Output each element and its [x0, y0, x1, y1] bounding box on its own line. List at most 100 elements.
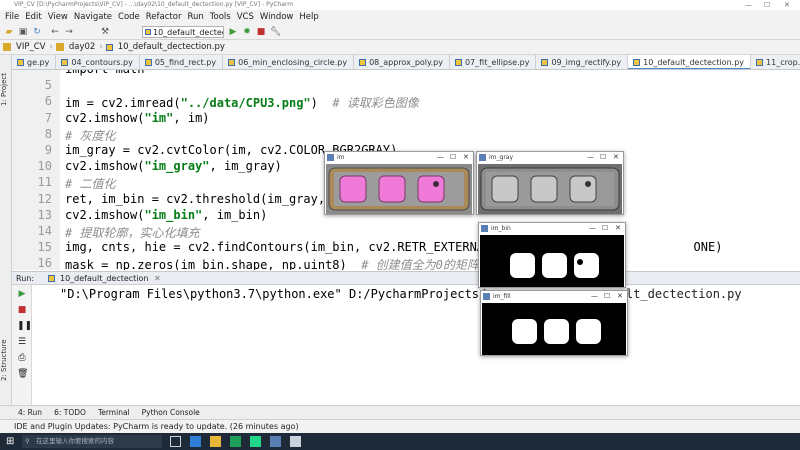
close-icon[interactable]: ✕ — [784, 0, 790, 10]
stop-icon[interactable]: ■ — [256, 27, 266, 37]
stop-icon[interactable]: ■ — [17, 305, 27, 315]
code-token: img, cnts, hie = cv2.findContours(im_bin… — [65, 240, 492, 255]
filled-cpu-image — [482, 303, 626, 355]
menu-help[interactable]: Help — [296, 10, 321, 24]
menu-view[interactable]: View — [45, 10, 71, 24]
breadcrumb-folder[interactable]: day02 — [66, 42, 98, 52]
close-icon[interactable]: ✕ — [613, 152, 619, 163]
menu-window[interactable]: Window — [257, 10, 297, 24]
build-icon[interactable]: ⚒ — [100, 27, 110, 37]
bottom-tool-tabs: 4: Run 6: TODO Terminal Python Console — [0, 405, 800, 419]
run-icon[interactable]: ▶ — [228, 27, 238, 37]
run-config-tab[interactable]: 10_default_dectection — [60, 272, 149, 285]
debug-icon[interactable]: ✹ — [242, 27, 252, 37]
forward-icon[interactable]: → — [64, 27, 74, 37]
edge-browser-icon[interactable] — [190, 436, 201, 447]
minimize-icon[interactable]: — — [591, 291, 598, 302]
close-icon[interactable]: ✕ — [617, 291, 623, 302]
editor-tab[interactable]: 05_find_rect.py — [140, 55, 224, 69]
close-run-tab-icon[interactable]: ✕ — [154, 272, 161, 285]
breadcrumb-project[interactable]: VIP_CV — [13, 42, 48, 52]
pause-icon[interactable]: ❚❚ — [17, 321, 32, 331]
settings-wrench-icon[interactable]: 🔧︎ — [270, 27, 281, 37]
maximize-icon[interactable]: ☐ — [450, 152, 456, 163]
editor-tab[interactable]: 11_crop.py — [751, 55, 800, 69]
app-icon[interactable] — [230, 436, 241, 447]
minimize-icon[interactable]: — — [589, 223, 596, 234]
image-window-titlebar: im_fill — ☐ ✕ — [481, 291, 627, 302]
image-window-im[interactable]: im — ☐ ✕ — [324, 151, 474, 215]
menu-bar: File Edit View Navigate Code Refactor Ru… — [0, 10, 800, 24]
editor-tab[interactable]: 06_min_enclosing_circle.py — [223, 55, 355, 69]
python-file-icon — [541, 59, 549, 66]
menu-code[interactable]: Code — [115, 10, 143, 24]
close-icon[interactable]: ✕ — [615, 223, 621, 234]
tab-terminal[interactable]: Terminal — [92, 408, 136, 417]
soft-wrap-icon[interactable]: ☰ — [17, 337, 27, 347]
open-folder-icon[interactable]: ▰ — [4, 27, 14, 37]
taskbar-search-input[interactable]: ⚲ 在这里输入你要搜索的内容 — [22, 435, 162, 448]
window-icon — [483, 293, 490, 300]
task-view-icon[interactable] — [170, 436, 181, 447]
tab-run[interactable]: 4: Run — [12, 408, 48, 417]
editor-tab[interactable]: 09_img_rectify.py — [536, 55, 629, 69]
sync-icon[interactable]: ↻ — [32, 27, 42, 37]
maximize-icon[interactable]: ☐ — [600, 152, 606, 163]
print-icon[interactable]: ⎙ — [17, 353, 27, 363]
pycharm-taskbar-icon[interactable] — [250, 436, 261, 447]
code-line: cv2.imshow("im_gray", im_gray) — [65, 159, 282, 173]
image-window-im-gray[interactable]: im_gray — ☐ ✕ — [476, 151, 624, 215]
structure-tool-tab[interactable]: 2: Structure — [0, 335, 12, 385]
image-window-im-bin[interactable]: im_bin — ☐ ✕ — [478, 222, 626, 288]
folder-icon — [3, 43, 11, 51]
code-line: im = cv2.imread("../data/CPU3.png") # 读取… — [65, 94, 419, 111]
image-window-titlebar: im — ☐ ✕ — [325, 152, 473, 163]
trash-icon[interactable]: 🗑︎ — [17, 369, 28, 379]
menu-tools[interactable]: Tools — [207, 10, 234, 24]
menu-refactor[interactable]: Refactor — [143, 10, 185, 24]
line-number: 14 — [37, 224, 52, 238]
menu-navigate[interactable]: Navigate — [71, 10, 115, 24]
minimize-icon[interactable]: — — [745, 0, 752, 10]
image-window-title: im_fill — [493, 293, 511, 300]
editor-tab-active[interactable]: 10_default_dectection.py — [628, 55, 752, 69]
save-icon[interactable]: ▣ — [18, 27, 28, 37]
python-file-icon — [17, 59, 24, 66]
run-panel-header: Run: 10_default_dectection ✕ — [12, 271, 800, 285]
minimize-icon[interactable]: — — [587, 152, 594, 163]
maximize-icon[interactable]: ☐ — [604, 291, 610, 302]
code-line: cv2.imshow("im_bin", im_bin) — [65, 208, 267, 222]
windows-start-icon[interactable]: ⊞ — [6, 436, 14, 447]
rerun-icon[interactable]: ▶ — [17, 289, 27, 299]
menu-run[interactable]: Run — [184, 10, 206, 24]
code-token: ret, im_bin = cv2.threshold(im_gray, — [65, 191, 333, 206]
breadcrumb-file[interactable]: 10_default_dectection.py — [115, 42, 228, 52]
binary-cpu-image — [480, 235, 624, 287]
line-number: 13 — [37, 207, 52, 222]
maximize-icon[interactable]: ☐ — [602, 223, 608, 234]
status-text[interactable]: IDE and Plugin Updates: PyCharm is ready… — [14, 422, 299, 431]
menu-file[interactable]: File — [2, 10, 22, 24]
minimize-icon[interactable]: — — [437, 152, 444, 163]
maximize-icon[interactable]: ☐ — [764, 0, 770, 10]
menu-vcs[interactable]: VCS — [234, 10, 257, 24]
editor-tab[interactable]: ge.py — [12, 55, 57, 69]
app-icon[interactable] — [270, 436, 281, 447]
code-token: "im" — [144, 110, 174, 125]
run-console[interactable]: "D:\Program Files\python3.7\python.exe" … — [32, 285, 800, 405]
menu-edit[interactable]: Edit — [22, 10, 44, 24]
back-icon[interactable]: ← — [50, 27, 60, 37]
image-window-im-fill[interactable]: im_fill — ☐ ✕ — [480, 290, 628, 356]
tab-python-console[interactable]: Python Console — [136, 408, 206, 417]
run-configuration-select[interactable]: 10_default_dectection — [142, 26, 224, 38]
app-icon[interactable] — [290, 436, 301, 447]
editor-tab[interactable]: 08_approx_poly.py — [354, 55, 450, 69]
file-explorer-icon[interactable] — [210, 436, 221, 447]
tab-todo[interactable]: 6: TODO — [48, 408, 92, 417]
editor-tab[interactable]: 04_contours.py — [56, 55, 140, 69]
editor-tab[interactable]: 07_fit_ellipse.py — [450, 55, 537, 69]
project-tool-tab[interactable]: 1: Project — [0, 65, 12, 115]
close-icon[interactable]: ✕ — [463, 152, 469, 163]
code-token: , im) — [173, 110, 210, 125]
search-icon: ⚲ — [25, 437, 30, 445]
